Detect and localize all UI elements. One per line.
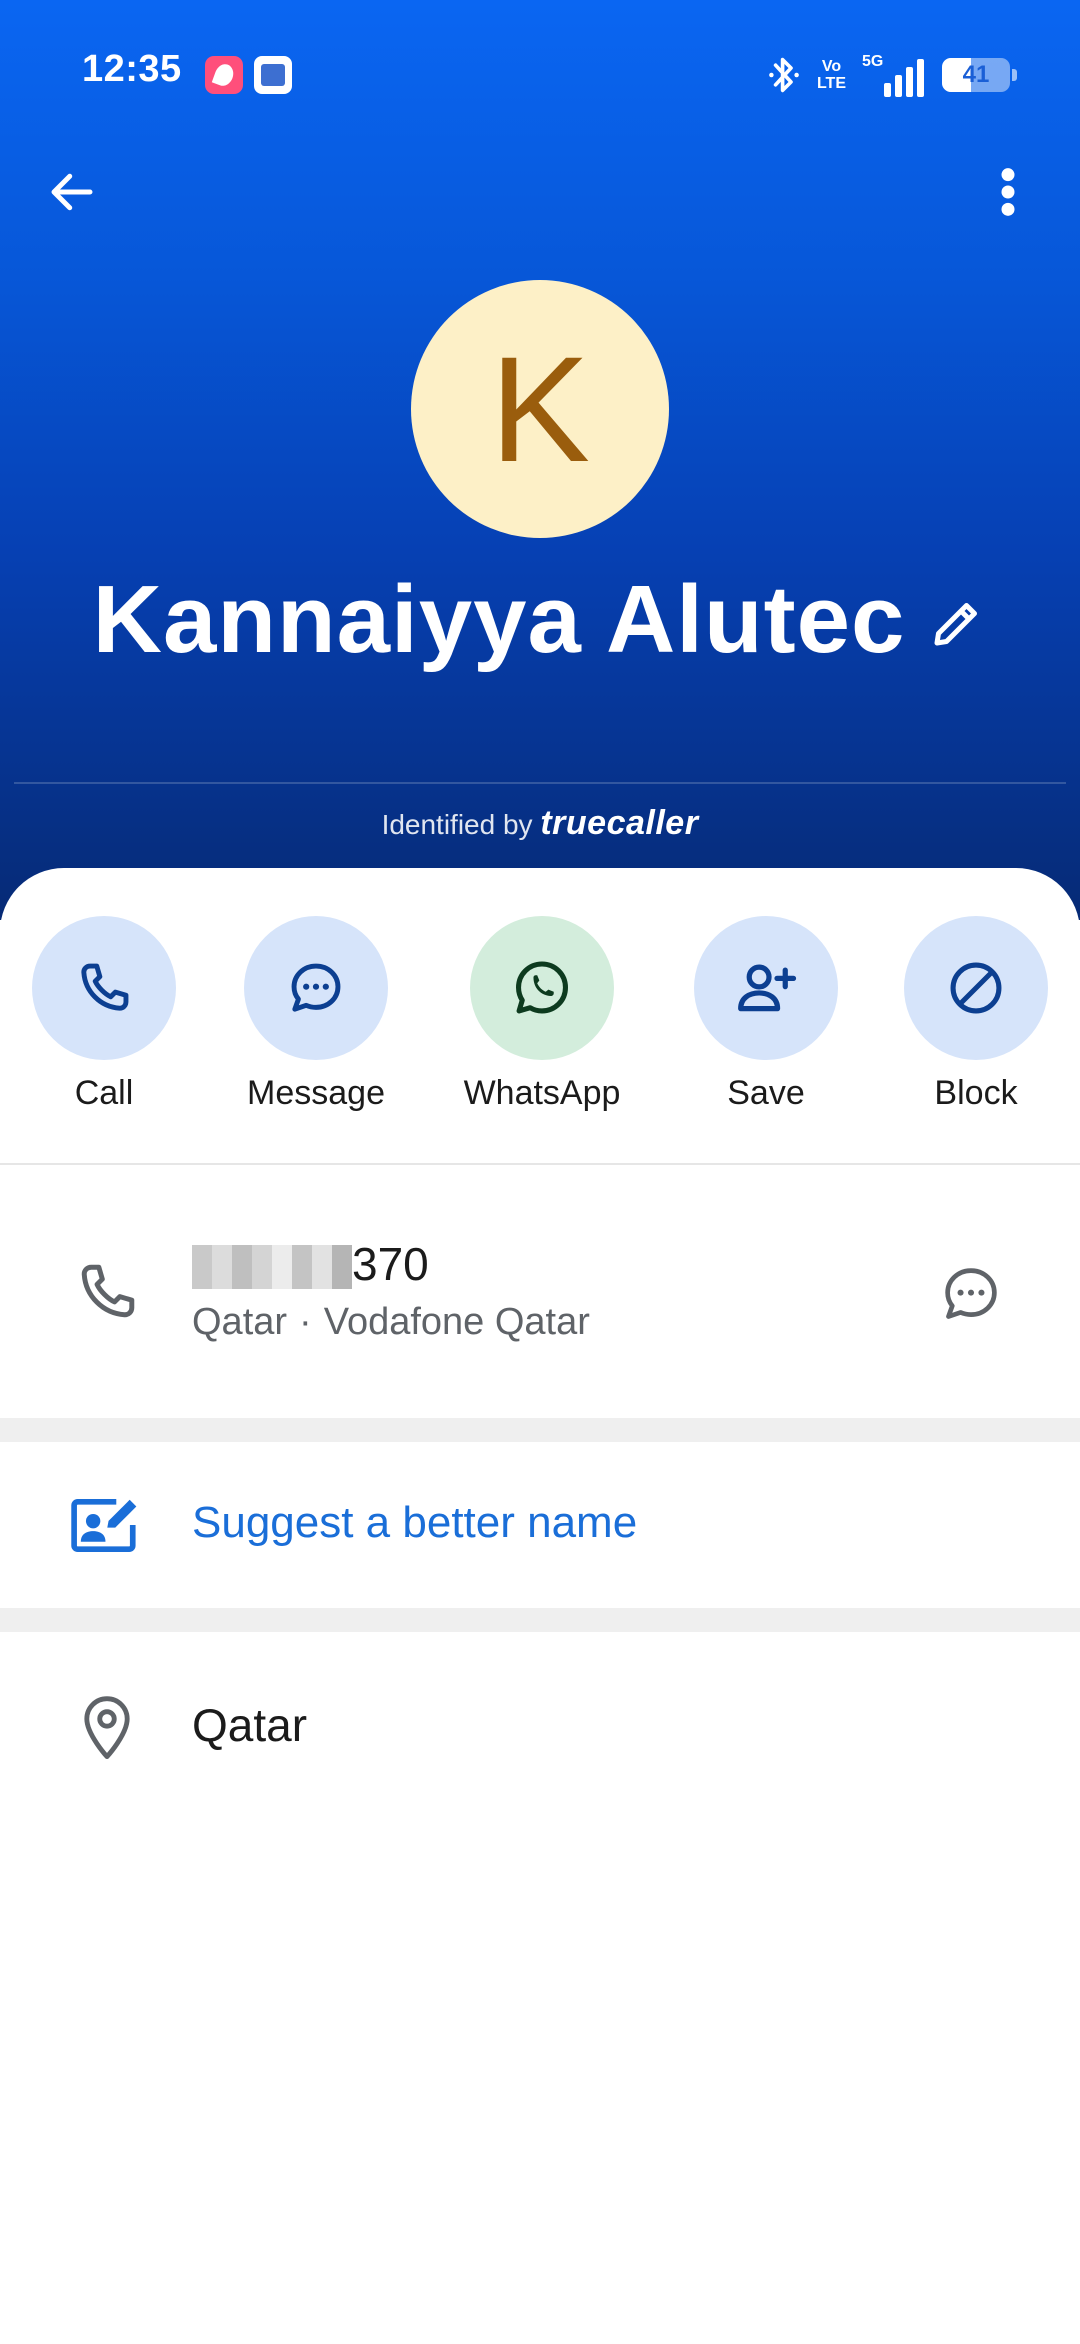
identified-prefix: Identified by bbox=[381, 809, 533, 840]
block-action[interactable]: Block bbox=[886, 916, 1066, 1116]
phone-number: 370 bbox=[352, 1238, 429, 1290]
phone-carrier: Vodafone Qatar bbox=[323, 1301, 590, 1343]
block-button[interactable] bbox=[904, 916, 1048, 1060]
save-action[interactable]: Save bbox=[676, 916, 856, 1116]
battery-icon: 41 bbox=[942, 58, 1017, 92]
edit-pencil-icon[interactable] bbox=[927, 593, 987, 653]
network-type: 5G bbox=[862, 53, 884, 70]
header-divider bbox=[14, 782, 1066, 784]
phone-icon bbox=[81, 963, 129, 1011]
phone-icon bbox=[81, 1264, 135, 1318]
contact-name-row: Kannaiyya Alutec bbox=[0, 560, 1080, 680]
chat-bubble-icon bbox=[291, 963, 341, 1012]
notification-news-icon bbox=[254, 56, 292, 94]
whatsapp-icon bbox=[516, 961, 568, 1014]
avatar: K bbox=[411, 280, 669, 538]
volte-indicator: Vo LTE bbox=[817, 58, 846, 92]
details-card: Call Message WhatsApp Save Block 370 Qat… bbox=[0, 868, 1080, 2344]
more-vert-icon bbox=[1001, 168, 1015, 216]
phone-carrier-info: Qatar · Vodafone Qatar bbox=[192, 1301, 590, 1344]
save-label: Save bbox=[727, 1074, 805, 1112]
send-message-icon[interactable] bbox=[938, 1261, 1004, 1327]
battery-level: 41 bbox=[962, 61, 990, 88]
contact-name: Kannaiyya Alutec bbox=[92, 566, 906, 673]
status-bar: 12:35 Vo LTE 5G 41 bbox=[0, 0, 1080, 150]
call-button[interactable] bbox=[32, 916, 176, 1060]
volte-top: Vo bbox=[821, 58, 842, 75]
location-text: Qatar bbox=[192, 1699, 308, 1751]
status-time: 12:35 bbox=[82, 48, 182, 90]
contact-details-screen: 12:35 Vo LTE 5G 41 K Kannaiyya Alutec Id… bbox=[0, 0, 1080, 2344]
whatsapp-action[interactable]: WhatsApp bbox=[452, 916, 632, 1116]
phone-country: Qatar bbox=[192, 1301, 288, 1343]
bluetooth-icon bbox=[769, 57, 799, 93]
block-icon bbox=[950, 962, 1002, 1014]
arrow-back-icon bbox=[51, 173, 93, 211]
block-label: Block bbox=[934, 1074, 1018, 1112]
profile-header: 12:35 Vo LTE 5G 41 K Kannaiyya Alutec Id… bbox=[0, 0, 1080, 920]
status-icons: Vo LTE 5G 41 bbox=[767, 50, 1017, 100]
save-button[interactable] bbox=[694, 916, 838, 1060]
location-row: Qatar bbox=[0, 1632, 1080, 1812]
message-label: Message bbox=[247, 1074, 385, 1112]
location-pin-icon bbox=[84, 1696, 130, 1760]
back-button[interactable] bbox=[40, 160, 104, 224]
whatsapp-button[interactable] bbox=[470, 916, 614, 1060]
action-bar: Call Message WhatsApp Save Block bbox=[0, 916, 1080, 1116]
call-label: Call bbox=[74, 1074, 134, 1112]
volte-bottom: LTE bbox=[816, 75, 846, 92]
truecaller-logo: truecaller bbox=[540, 804, 699, 842]
add-person-icon bbox=[738, 964, 797, 1012]
more-options-button[interactable] bbox=[976, 160, 1040, 224]
meta-separator: · bbox=[299, 1301, 312, 1343]
redacted-number-blur bbox=[192, 1245, 352, 1289]
message-button[interactable] bbox=[244, 916, 388, 1060]
message-action[interactable]: Message bbox=[226, 916, 406, 1116]
avatar-initial: K bbox=[489, 325, 591, 493]
call-action[interactable]: Call bbox=[14, 916, 194, 1116]
section-divider bbox=[0, 1608, 1080, 1632]
suggest-name-row[interactable]: Suggest a better name bbox=[0, 1442, 1080, 1608]
section-divider bbox=[0, 1418, 1080, 1442]
identified-by-label: Identified by truecaller bbox=[0, 804, 1080, 843]
phone-number-row[interactable]: 370 Qatar · Vodafone Qatar bbox=[0, 1165, 1080, 1418]
whatsapp-label: WhatsApp bbox=[463, 1074, 621, 1112]
signal-strength-icon: 5G bbox=[862, 53, 926, 97]
notification-app-icon bbox=[205, 56, 243, 94]
edit-contact-card-icon bbox=[71, 1499, 137, 1552]
suggest-name-link[interactable]: Suggest a better name bbox=[192, 1498, 637, 1548]
